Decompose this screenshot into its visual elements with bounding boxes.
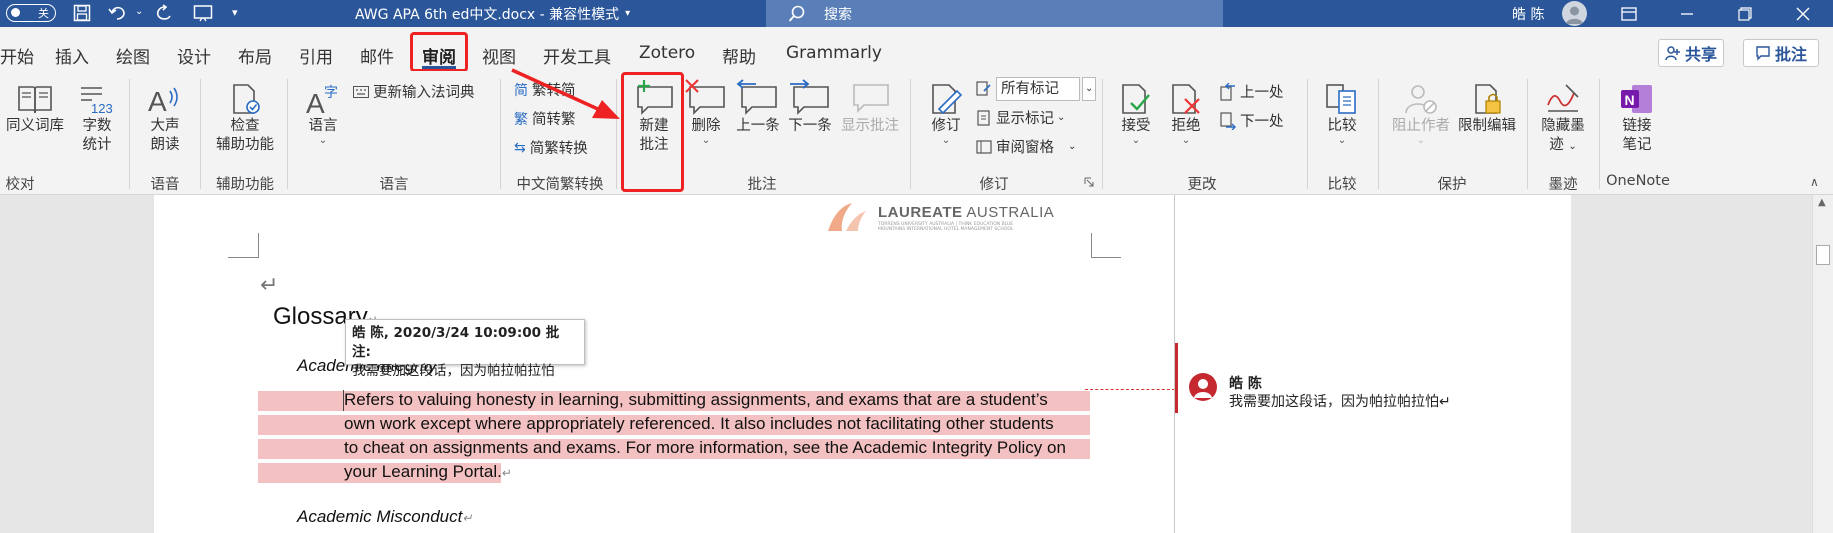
comment-connector-line: [1085, 389, 1175, 390]
crop-mark: [1091, 257, 1121, 258]
comment-author: 皓 陈: [1229, 376, 1262, 392]
comment-active-bar: [1175, 343, 1178, 413]
document-area: LAUREATE AUSTRALIA TORRENS UNIVERSITY AU…: [0, 195, 1833, 533]
crop-mark: [258, 233, 259, 258]
scrollbar-thumb[interactable]: [1816, 245, 1830, 265]
comment-text[interactable]: 我需要加这段话，因为帕拉帕拉怕↵: [1229, 391, 1451, 411]
markup-pane: 皓 陈 我需要加这段话，因为帕拉帕拉怕↵: [1174, 195, 1571, 533]
paragraph-line[interactable]: your Learning Portal.↵: [344, 462, 512, 482]
paragraph-line[interactable]: own work except where appropriately refe…: [344, 414, 1054, 434]
comment-tooltip: 皓 陈, 2020/3/24 10:09:00 批注: 我需要加这段话，因为帕拉…: [345, 319, 585, 379]
scroll-up-icon[interactable]: ▲: [1818, 197, 1826, 208]
logo-text: LAUREATE AUSTRALIA: [878, 204, 1055, 221]
paragraph-line[interactable]: to cheat on assignments and exams. For m…: [344, 438, 1066, 458]
academic-misconduct-heading[interactable]: Academic Misconduct↵: [297, 507, 472, 527]
tooltip-header: 皓 陈, 2020/3/24 10:09:00 批注:: [352, 325, 560, 360]
annotation-arrow: [511, 68, 620, 119]
logo-subtitle: TORRENS UNIVERSITY AUSTRALIA | THINK EDU…: [878, 222, 1014, 232]
return-mark: ↵: [260, 273, 279, 298]
vertical-scrollbar[interactable]: ▲: [1812, 195, 1833, 533]
comment-avatar: [1189, 373, 1217, 401]
paragraph-line[interactable]: Refers to valuing honesty in learning, s…: [344, 390, 1048, 410]
person-icon: [1194, 379, 1212, 398]
crop-mark: [228, 257, 258, 258]
crop-mark: [1091, 233, 1092, 258]
tooltip-body: 我需要加这段话，因为帕拉帕拉怕: [352, 363, 555, 379]
laureate-logo-icon: [828, 203, 866, 231]
